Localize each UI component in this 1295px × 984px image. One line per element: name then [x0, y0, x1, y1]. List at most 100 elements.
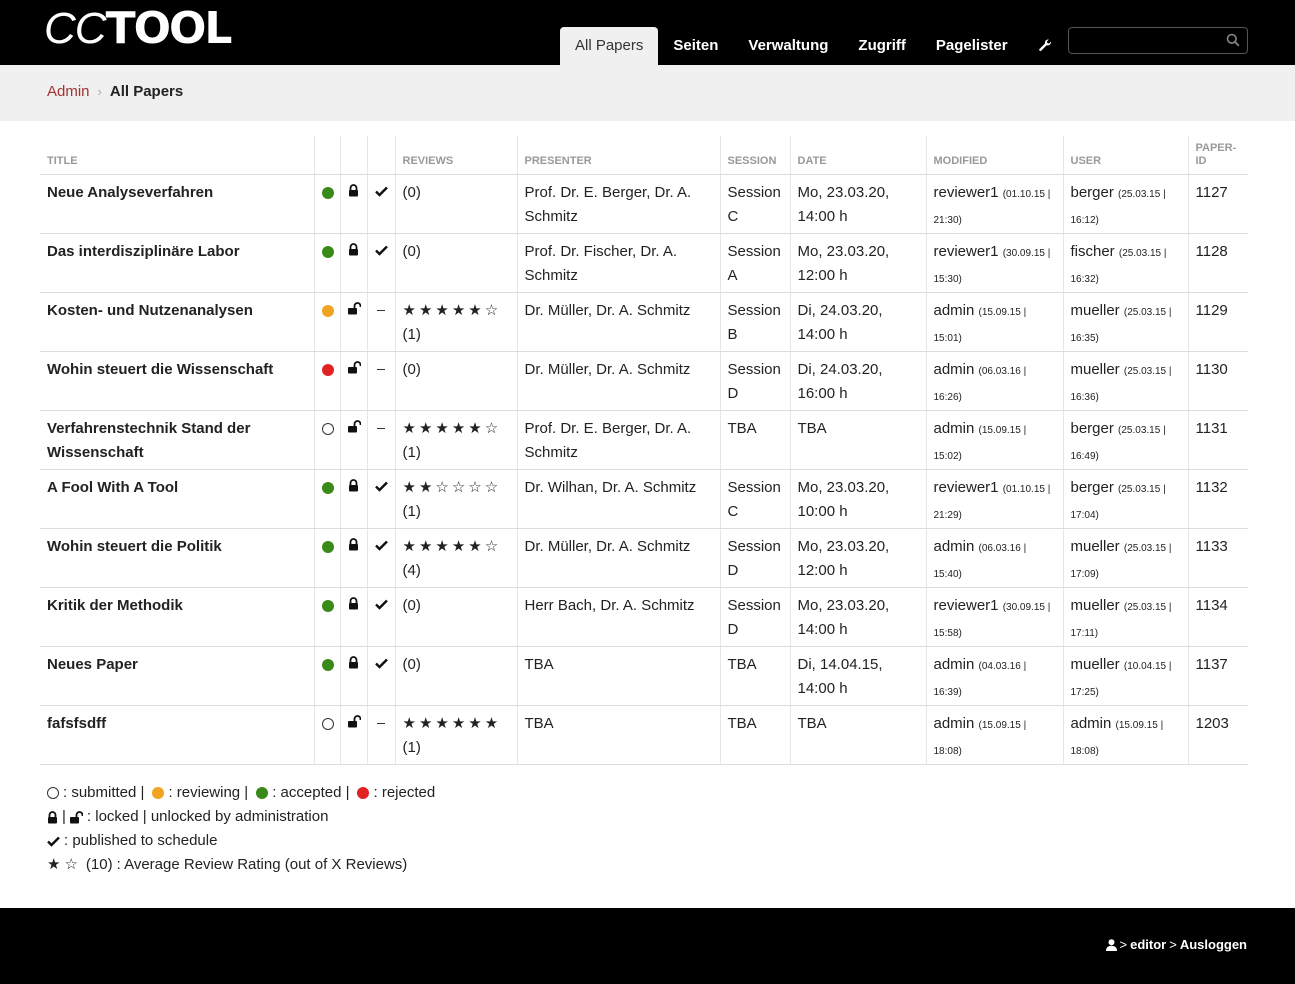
reviews-cell: (0): [394, 646, 517, 706]
user-cell: mueller (10.04.15 | 17:25): [1062, 646, 1188, 706]
session-cell: Session D: [719, 528, 790, 588]
paper-title[interactable]: Wohin steuert die Politik: [40, 528, 314, 588]
user-cell: fischer (25.03.15 | 16:32): [1062, 233, 1188, 293]
review-count: (1): [402, 325, 421, 343]
session-cell: TBA: [719, 646, 790, 706]
table-row[interactable]: Neue Analyseverfahren (0) Prof. Dr. E. Ber…: [40, 174, 1248, 234]
table-row[interactable]: Wohin steuert die Politik ★★★★★☆ (4) Dr. Mü…: [40, 528, 1248, 588]
paper-id: 1127: [1187, 174, 1248, 234]
nav-item-verwaltung[interactable]: Verwaltung: [733, 27, 843, 65]
table-row[interactable]: Verfahrenstechnik Stand der Wissenschaft…: [40, 410, 1248, 470]
logout-link[interactable]: Ausloggen: [1180, 937, 1247, 952]
user-name: berger: [1070, 183, 1114, 201]
table-row[interactable]: Kosten- und Nutzenanalysen ★★★★★☆ (1) Dr. M…: [40, 292, 1248, 352]
user-name: mueller: [1070, 301, 1120, 319]
search-input[interactable]: [1075, 31, 1215, 50]
paper-id: 1203: [1187, 705, 1248, 765]
modified-user: admin: [933, 655, 975, 673]
chevron-right-icon: ›: [97, 84, 102, 99]
rating-stars: ★★★★★☆: [402, 537, 502, 555]
user-name: berger: [1070, 419, 1114, 437]
unlock-icon[interactable]: [347, 419, 361, 437]
col-modified[interactable]: MODIFIED: [925, 136, 1063, 175]
paper-title[interactable]: A Fool With A Tool: [40, 469, 314, 529]
status-accepted-icon: [256, 787, 269, 799]
review-count: (0): [402, 596, 421, 614]
paper-title[interactable]: Neues Paper: [40, 646, 314, 706]
modified-user: admin: [933, 360, 975, 378]
paper-title[interactable]: Kosten- und Nutzenanalysen: [40, 292, 314, 352]
breadcrumb-admin[interactable]: Admin: [47, 83, 90, 100]
lock-icon[interactable]: [348, 478, 359, 496]
lock-icon[interactable]: [348, 242, 359, 260]
check-icon: [374, 656, 388, 673]
username-link[interactable]: editor: [1130, 937, 1166, 952]
table-row[interactable]: Das interdisziplinäre Labor (0) Prof. Dr. …: [40, 233, 1248, 293]
session-cell: Session C: [719, 469, 790, 529]
nav-item-tools[interactable]: [1023, 27, 1067, 65]
table-header-row: TITLE REVIEWS PRESENTER SESSION DATE MOD…: [40, 136, 1248, 175]
col-paper-id[interactable]: PAPER-ID: [1187, 136, 1248, 175]
nav-item-zugriff[interactable]: Zugriff: [843, 27, 920, 65]
lock-icon[interactable]: [348, 655, 359, 673]
paper-id: 1130: [1187, 351, 1248, 411]
user-cell: mueller (25.03.15 | 17:11): [1062, 587, 1188, 647]
dash-icon: [377, 428, 385, 430]
session-cell: TBA: [719, 410, 790, 470]
lock-icon[interactable]: [348, 596, 359, 614]
table-row[interactable]: Neues Paper (0) TBA TBA Di, 14.04.15, 14:00 …: [40, 646, 1248, 706]
table-row[interactable]: fafsfsdff ★★★★★★ (1) TBA TBA TBA admin (15.09.…: [40, 705, 1248, 765]
presenter-cell: Herr Bach, Dr. A. Schmitz: [516, 587, 720, 647]
status-reviewing-icon: [152, 787, 165, 799]
nav-item-all-papers[interactable]: All Papers: [560, 27, 659, 65]
date-cell: Mo, 23.03.20, 14:00 h: [789, 174, 926, 234]
col-date[interactable]: DATE: [789, 136, 926, 175]
paper-title[interactable]: Neue Analyseverfahren: [40, 174, 314, 234]
col-user[interactable]: USER: [1062, 136, 1188, 175]
check-icon: [374, 243, 388, 260]
paper-title[interactable]: fafsfsdff: [40, 705, 314, 765]
table-row[interactable]: Kritik der Methodik (0) Herr Bach, Dr. A. …: [40, 587, 1248, 647]
logo[interactable]: CCTOOL: [44, 4, 232, 54]
col-presenter[interactable]: PRESENTER: [516, 136, 720, 175]
search-icon[interactable]: [1226, 33, 1240, 47]
col-title[interactable]: TITLE: [40, 136, 314, 175]
col-session[interactable]: SESSION: [719, 136, 790, 175]
star-filled-icon: ★: [47, 856, 61, 873]
paper-title[interactable]: Das interdisziplinäre Labor: [40, 233, 314, 293]
modified-user: reviewer1: [933, 596, 999, 614]
col-reviews[interactable]: REVIEWS: [394, 136, 517, 175]
lock-icon[interactable]: [348, 537, 359, 555]
wrench-icon: [1038, 39, 1051, 51]
lock-icon[interactable]: [348, 183, 359, 201]
presenter-cell: TBA: [516, 705, 720, 765]
paper-id: 1131: [1187, 410, 1248, 470]
paper-title[interactable]: Wohin steuert die Wissenschaft: [40, 351, 314, 411]
presenter-cell: Dr. Wilhan, Dr. A. Schmitz: [516, 469, 720, 529]
status-accepted-icon: [321, 599, 334, 612]
nav-item-pagelister[interactable]: Pagelister: [921, 27, 1023, 65]
logo-text-thin: CC: [44, 4, 107, 53]
status-submitted-icon: [321, 717, 334, 730]
date-cell: Mo, 23.03.20, 10:00 h: [789, 469, 926, 529]
table-row[interactable]: A Fool With A Tool ★★☆☆☆☆ (1) Dr. Wilhan, D…: [40, 469, 1248, 529]
paper-title[interactable]: Kritik der Methodik: [40, 587, 314, 647]
user-name: mueller: [1070, 655, 1120, 673]
modified-cell: admin (15.09.15 | 15:01): [925, 292, 1063, 352]
reviews-cell: (0): [394, 233, 517, 293]
paper-title[interactable]: Verfahrenstechnik Stand der Wissenschaft: [40, 410, 314, 470]
unlock-icon[interactable]: [347, 360, 361, 378]
table-row[interactable]: Wohin steuert die Wissenschaft (0) Dr. Mül…: [40, 351, 1248, 411]
footer: > editor > Ausloggen: [0, 908, 1295, 984]
date-cell: Mo, 23.03.20, 12:00 h: [789, 233, 926, 293]
session-cell: TBA: [719, 705, 790, 765]
modified-cell: reviewer1 (01.10.15 | 21:29): [925, 469, 1063, 529]
paper-id: 1132: [1187, 469, 1248, 529]
modified-cell: admin (06.03.16 | 16:26): [925, 351, 1063, 411]
reviews-cell: ★★☆☆☆☆ (1): [394, 469, 517, 529]
nav-item-seiten[interactable]: Seiten: [658, 27, 733, 65]
unlock-icon[interactable]: [347, 714, 361, 732]
footer-chevron-2: >: [1169, 937, 1177, 952]
unlock-icon[interactable]: [347, 301, 361, 319]
reviews-cell: ★★★★★★ (1): [394, 705, 517, 765]
